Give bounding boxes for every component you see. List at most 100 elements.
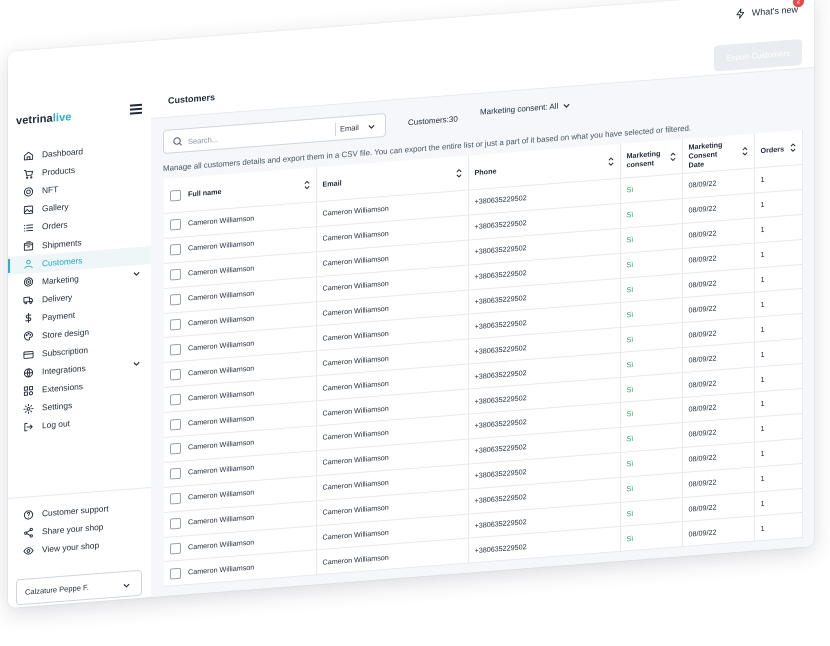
cell-value: 08/09/22 [688,253,717,265]
sort-icon[interactable] [303,180,311,191]
search-field-select[interactable]: Email [340,123,359,133]
cell-value: Sì [626,359,634,370]
page-title: Customers [168,92,216,106]
cell-value: Cameron Williamson [322,477,389,493]
row-checkbox[interactable] [170,542,181,555]
cell-value: Cameron Williamson [322,353,389,368]
shop-selector-label: Calzature Peppe F. [25,582,89,597]
row-checkbox[interactable] [170,244,181,256]
sidebar-item-label: Settings [42,400,73,413]
column-header-label: Orders [760,143,785,155]
sidebar-item-label: Gallery [42,201,69,214]
cell-value: Sì [626,309,634,320]
row-checkbox[interactable] [170,492,181,505]
table-cell: 1 [754,313,802,343]
table-cell: 1 [754,413,802,442]
cell-value: 1 [760,274,765,285]
sidebar: vetrinalive Dashboard Products NFT Gallery O… [8,84,152,608]
cell-value: +380635229502 [474,392,527,406]
table-cell: 1 [754,512,802,542]
table-cell: 1 [754,239,802,268]
user-icon [22,258,34,271]
gear-icon [22,402,34,415]
row-checkbox[interactable] [170,368,181,381]
target-icon [22,276,34,289]
cell-value: Sì [626,210,634,220]
search-divider [335,122,336,136]
row-checkbox[interactable] [170,318,181,331]
row-checkbox[interactable] [170,567,181,580]
column-header-marketing-consent-date[interactable]: Marketing Consent Date [682,133,754,174]
cell-value: Cameron Williamson [188,487,255,502]
sort-icon[interactable] [607,156,615,167]
cell-value: Cameron Williamson [322,204,389,219]
table-cell: 1 [754,164,802,193]
cell-value: 1 [760,249,765,260]
table-cell: 1 [754,189,802,218]
dashboard-icon [22,149,34,162]
cell-value: Cameron Williamson [188,263,255,278]
cell-value: Sì [626,409,634,419]
select-all-checkbox[interactable] [170,189,181,202]
cell-value: Cameron Williamson [322,278,389,293]
brand-logo-part2: live [52,111,72,125]
sidebar-item-label: Shipments [42,236,82,250]
chevron-down-icon[interactable] [132,359,141,369]
cell-value: +380635229502 [474,218,527,232]
palette-icon [22,330,34,343]
search-input[interactable] [186,122,330,150]
row-checkbox[interactable] [170,219,181,231]
table-cell: 1 [754,214,802,243]
box-icon [22,240,34,253]
cell-value: +380635229502 [474,243,527,257]
cell-value: 08/09/22 [688,203,717,215]
chevron-down-icon[interactable] [367,122,376,132]
cell-value: Sì [626,384,634,394]
cell-value: Sì [626,434,634,444]
cell-value: 08/09/22 [688,452,717,464]
cell-value: Sì [626,185,634,195]
cell-value: Cameron Williamson [188,437,255,453]
row-checkbox[interactable] [170,418,181,431]
sidebar-item-label: Marketing [42,273,79,287]
list-icon [22,221,34,234]
cell-value: 08/09/22 [688,477,717,489]
sidebar-item-label: Delivery [42,291,73,305]
customers-table: Full name Email Phone Marketing consent Mark… [164,129,803,588]
cell-value: Cameron Williamson [322,403,389,418]
cell-value: Cameron Williamson [322,527,389,542]
column-header-marketing-consent[interactable]: Marketing consent [620,139,682,179]
whats-new-button[interactable]: What's new [735,3,798,20]
cell-value: +380635229502 [474,517,527,531]
row-checkbox[interactable] [170,293,181,306]
whats-new-label: What's new [751,4,798,18]
row-checkbox[interactable] [170,443,181,455]
sort-icon[interactable] [455,168,463,179]
row-checkbox[interactable] [170,468,181,480]
sort-icon[interactable] [789,142,797,153]
cell-value: Cameron Williamson [322,502,389,517]
row-checkbox[interactable] [170,343,181,356]
cell-value: Sì [626,259,634,270]
sort-icon[interactable] [741,146,749,157]
truck-icon [22,294,34,307]
row-checkbox[interactable] [170,517,181,530]
eye-icon [22,544,34,557]
shop-selector[interactable]: Calzature Peppe F. [16,569,142,606]
marketing-consent-filter[interactable]: Marketing consent: All [480,101,571,117]
cell-value: Sì [626,334,634,345]
cell-value: Cameron Williamson [322,229,389,244]
table-cell: Sì [620,522,682,552]
column-header-orders[interactable]: Orders [754,129,802,169]
sidebar-item-label: Extensions [42,381,83,395]
menu-toggle-icon[interactable] [130,103,142,115]
row-checkbox[interactable] [170,393,181,406]
export-customers-button[interactable]: Export Customers [714,38,802,72]
sort-icon[interactable] [669,152,677,163]
row-checkbox[interactable] [170,268,181,281]
cell-value: Cameron Williamson [188,288,255,303]
cell-value: Cameron Williamson [188,562,255,577]
cell-value: +380635229502 [474,342,527,356]
cell-value: 1 [760,523,765,534]
chevron-down-icon[interactable] [132,268,141,278]
